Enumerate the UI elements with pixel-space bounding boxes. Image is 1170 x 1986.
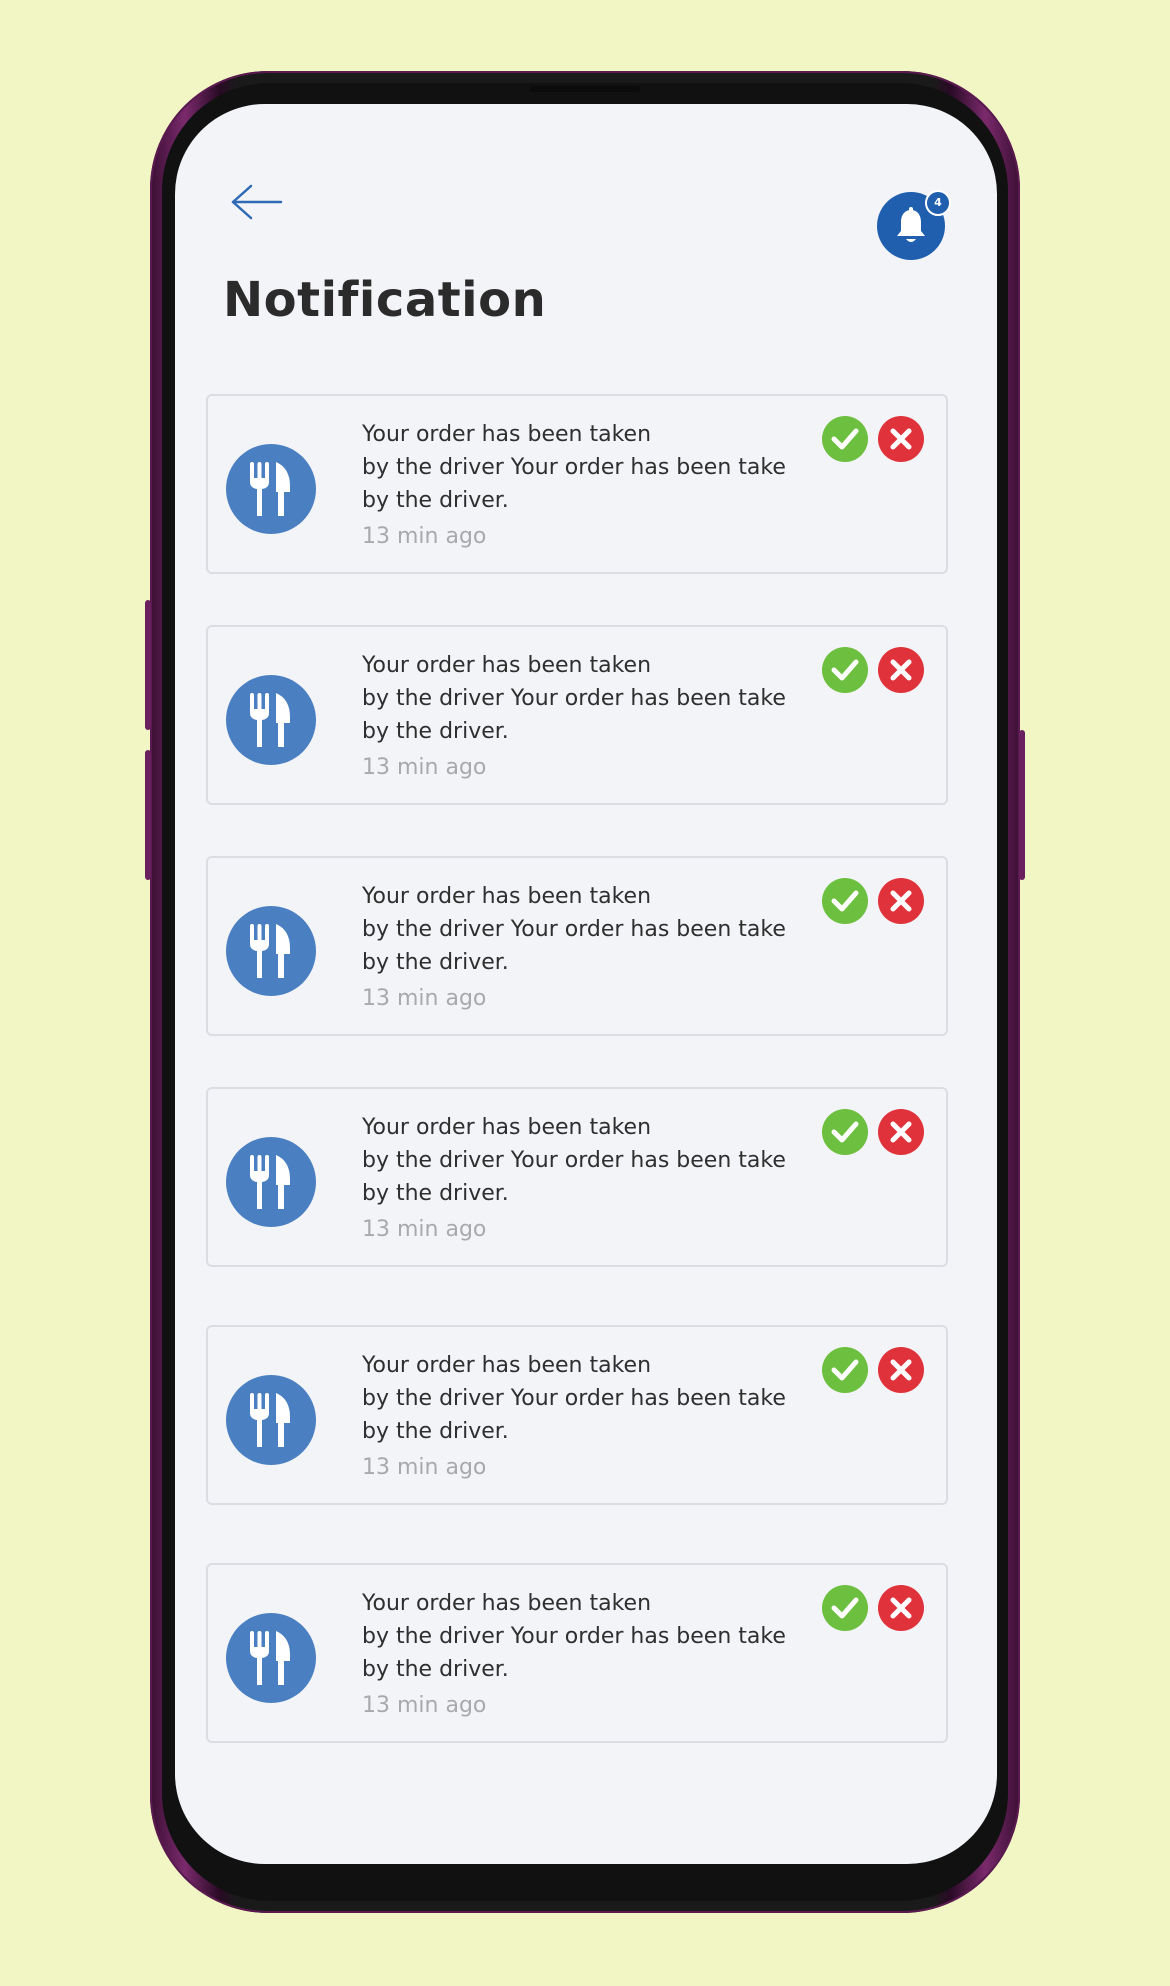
check-icon xyxy=(831,890,859,912)
notification-time: 13 min ago xyxy=(362,1693,487,1718)
phone-speaker xyxy=(530,86,640,92)
notification-message: Your order has been taken by the driver … xyxy=(362,653,786,744)
check-icon xyxy=(831,428,859,450)
phone-side-button xyxy=(145,750,151,880)
accept-button[interactable] xyxy=(822,878,868,924)
notification-count-badge: 4 xyxy=(925,190,951,216)
notification-message: Your order has been taken by the driver … xyxy=(362,884,786,975)
notification-time: 13 min ago xyxy=(362,986,487,1011)
fork-knife-icon xyxy=(250,924,290,978)
back-button[interactable] xyxy=(229,180,285,224)
reject-button[interactable] xyxy=(878,1585,924,1631)
accept-button[interactable] xyxy=(822,1347,868,1393)
fork-knife-icon xyxy=(250,1155,290,1209)
arrow-left-icon xyxy=(231,184,283,220)
notification-message: Your order has been taken by the driver … xyxy=(362,1353,786,1444)
check-icon xyxy=(831,1359,859,1381)
notification-card[interactable]: Your order has been taken by the driver … xyxy=(206,625,948,805)
notification-card[interactable]: Your order has been taken by the driver … xyxy=(206,1563,948,1743)
fork-knife-icon xyxy=(250,693,290,747)
check-icon xyxy=(831,1597,859,1619)
notification-time: 13 min ago xyxy=(362,1217,487,1242)
fork-knife-icon xyxy=(250,1393,290,1447)
restaurant-avatar xyxy=(226,1375,316,1465)
accept-button[interactable] xyxy=(822,1109,868,1155)
close-icon xyxy=(890,659,912,681)
accept-button[interactable] xyxy=(822,647,868,693)
notification-card[interactable]: Your order has been taken by the driver … xyxy=(206,856,948,1036)
check-icon xyxy=(831,659,859,681)
notification-card[interactable]: Your order has been taken by the driver … xyxy=(206,1325,948,1505)
notification-time: 13 min ago xyxy=(362,524,487,549)
bell-icon xyxy=(897,207,925,242)
restaurant-avatar xyxy=(226,1137,316,1227)
reject-button[interactable] xyxy=(878,416,924,462)
reject-button[interactable] xyxy=(878,1109,924,1155)
reject-button[interactable] xyxy=(878,1347,924,1393)
notification-card[interactable]: Your order has been taken by the driver … xyxy=(206,394,948,574)
reject-button[interactable] xyxy=(878,647,924,693)
notification-time: 13 min ago xyxy=(362,1455,487,1480)
phone-side-button xyxy=(145,600,151,730)
notification-time: 13 min ago xyxy=(362,755,487,780)
fork-knife-icon xyxy=(250,462,290,516)
close-icon xyxy=(890,890,912,912)
accept-button[interactable] xyxy=(822,416,868,462)
accept-button[interactable] xyxy=(822,1585,868,1631)
page-title: Notification xyxy=(223,272,547,328)
check-icon xyxy=(831,1121,859,1143)
notification-card[interactable]: Your order has been taken by the driver … xyxy=(206,1087,948,1267)
restaurant-avatar xyxy=(226,906,316,996)
fork-knife-icon xyxy=(250,1631,290,1685)
notification-message: Your order has been taken by the driver … xyxy=(362,1115,786,1206)
close-icon xyxy=(890,428,912,450)
notification-message: Your order has been taken by the driver … xyxy=(362,422,786,513)
reject-button[interactable] xyxy=(878,878,924,924)
notification-message: Your order has been taken by the driver … xyxy=(362,1591,786,1682)
phone-power-button xyxy=(1019,730,1025,880)
restaurant-avatar xyxy=(226,1613,316,1703)
close-icon xyxy=(890,1121,912,1143)
restaurant-avatar xyxy=(226,675,316,765)
close-icon xyxy=(890,1597,912,1619)
screen: 4 Notification Your order has been taken… xyxy=(175,104,997,1864)
restaurant-avatar xyxy=(226,444,316,534)
close-icon xyxy=(890,1359,912,1381)
